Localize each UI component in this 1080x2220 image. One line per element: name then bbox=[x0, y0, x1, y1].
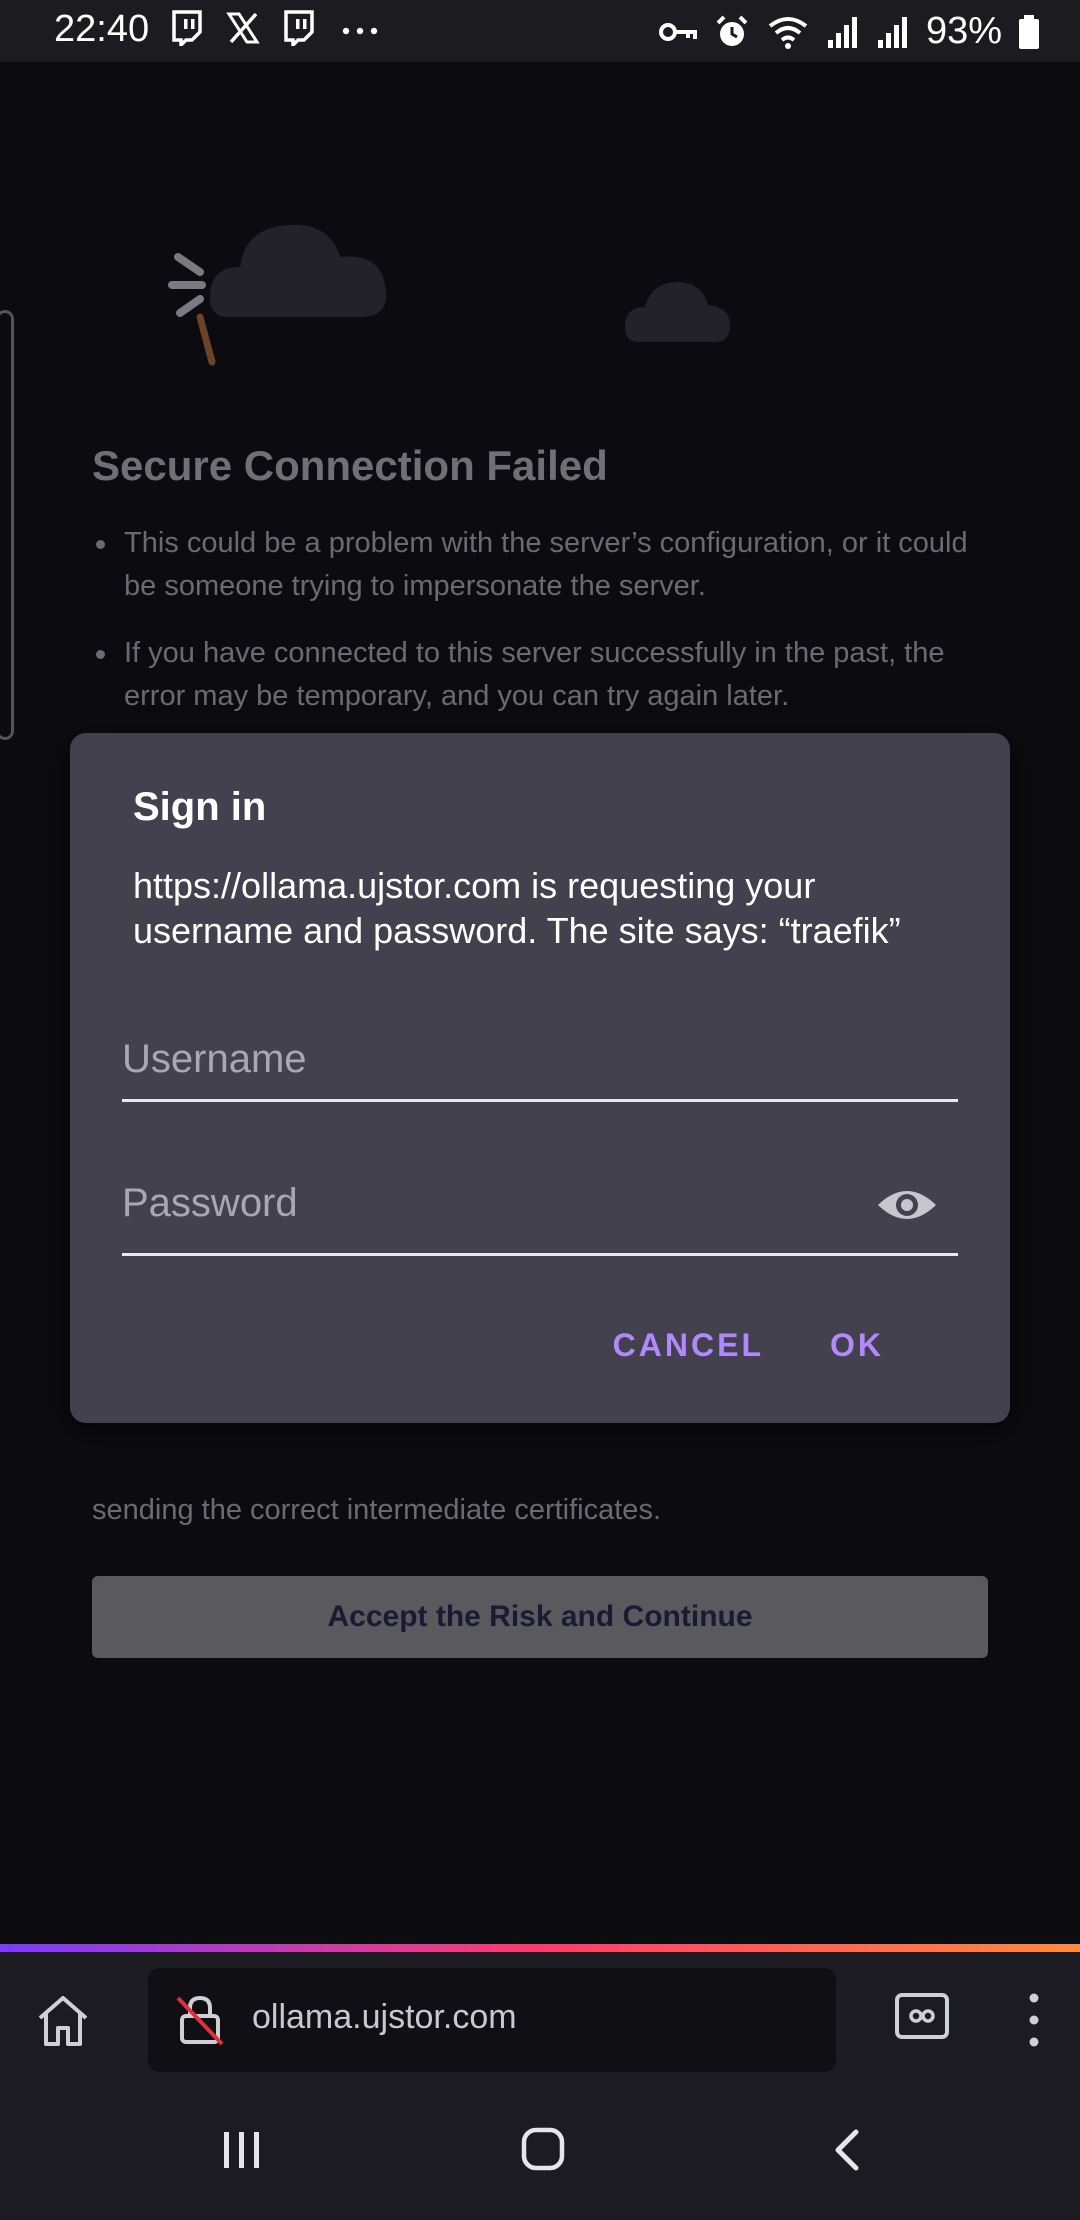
browser-toolbar: ollama.ujstor.com bbox=[0, 1952, 1080, 2088]
twitch-icon bbox=[284, 10, 314, 46]
username-field[interactable] bbox=[122, 1029, 958, 1089]
error-partial-text: sending the correct intermediate certifi… bbox=[92, 1494, 661, 1526]
disconnected-plug-illustration bbox=[168, 224, 730, 366]
url-text: ollama.ujstor.com bbox=[252, 1998, 517, 2036]
back-icon[interactable] bbox=[828, 2128, 868, 2172]
nav-home-icon[interactable] bbox=[520, 2126, 566, 2172]
error-bullets: This could be a problem with the server’… bbox=[92, 522, 972, 742]
status-bar: 22:40 93% bbox=[0, 0, 1080, 62]
more-notifications-icon bbox=[342, 27, 378, 35]
recents-icon[interactable] bbox=[220, 2128, 264, 2172]
notification-icons bbox=[170, 10, 382, 46]
username-field-container bbox=[122, 1029, 958, 1102]
cancel-button[interactable]: CANCEL bbox=[613, 1327, 764, 1364]
battery-percent: 93% bbox=[925, 10, 1002, 52]
wifi-icon bbox=[768, 16, 808, 49]
ok-button[interactable]: OK bbox=[830, 1327, 884, 1364]
error-title: Secure Connection Failed bbox=[92, 442, 608, 489]
home-icon[interactable] bbox=[32, 1990, 94, 2052]
status-time: 22:40 bbox=[54, 8, 150, 50]
show-password-icon[interactable] bbox=[876, 1183, 938, 1227]
accept-risk-button[interactable]: Accept the Risk and Continue bbox=[92, 1576, 988, 1658]
list-item: This could be a problem with the server’… bbox=[92, 522, 972, 608]
dialog-message: https://ollama.ujstor.com is requesting … bbox=[133, 865, 901, 951]
password-field[interactable] bbox=[122, 1173, 958, 1233]
page-load-progress bbox=[0, 1944, 1080, 1952]
system-icons: 93% bbox=[658, 10, 1040, 53]
private-tabs-icon[interactable] bbox=[894, 1992, 950, 2040]
insecure-lock-icon[interactable] bbox=[174, 1994, 226, 2046]
battery-icon bbox=[1019, 14, 1039, 49]
dialog-title: Sign in bbox=[133, 785, 267, 829]
twitch-icon bbox=[172, 10, 202, 46]
system-nav-bar bbox=[0, 2088, 1080, 2220]
alarm-icon bbox=[716, 15, 748, 46]
side-panel-handle[interactable] bbox=[0, 310, 14, 740]
sign-in-dialog: Sign in https://ollama.ujstor.com is req… bbox=[70, 733, 1010, 1423]
x-icon bbox=[226, 12, 260, 44]
signal-roaming-icon bbox=[877, 16, 907, 48]
dialog-actions: CANCEL OK bbox=[613, 1327, 884, 1364]
more-menu-icon[interactable] bbox=[1022, 1990, 1046, 2050]
password-field-container bbox=[122, 1173, 958, 1256]
progress-fill bbox=[0, 1944, 1080, 1952]
list-item: If you have connected to this server suc… bbox=[92, 632, 972, 718]
vpn-key-icon bbox=[658, 22, 697, 41]
signal-icon bbox=[827, 16, 857, 48]
url-bar[interactable]: ollama.ujstor.com bbox=[148, 1968, 836, 2072]
